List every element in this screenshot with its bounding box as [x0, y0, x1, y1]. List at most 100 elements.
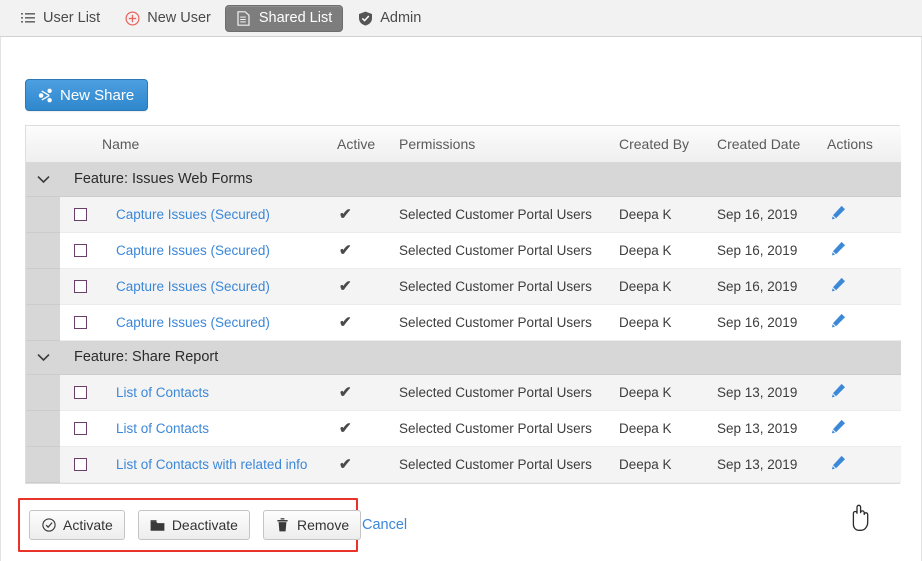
chevron-down-icon[interactable] — [26, 353, 60, 362]
chevron-down-icon[interactable] — [26, 175, 60, 184]
group-toggle-cell[interactable] — [26, 162, 60, 197]
table-row[interactable]: Capture Issues (Secured) ✔ Selected Custom… — [26, 232, 901, 269]
row-checkbox[interactable] — [74, 208, 87, 222]
edit-pencil-icon[interactable] — [827, 313, 846, 328]
table-row[interactable]: List of Contacts ✔ Selected Customer Porta… — [26, 410, 901, 447]
active-check-icon: ✔ — [339, 456, 352, 473]
table-row[interactable]: Capture Issues (Secured) ✔ Selected Custom… — [26, 196, 901, 233]
row-gutter — [26, 374, 60, 411]
row-checkbox[interactable] — [74, 422, 87, 436]
table-row[interactable]: List of Contacts ✔ Selected Customer Porta… — [26, 374, 901, 411]
active-check-icon: ✔ — [339, 242, 352, 259]
row-checkbox[interactable] — [74, 386, 87, 400]
row-checkbox[interactable] — [74, 458, 87, 472]
header-active[interactable]: Active — [337, 126, 399, 163]
row-checkbox[interactable] — [74, 244, 87, 258]
edit-pencil-icon[interactable] — [827, 205, 846, 220]
row-gutter — [26, 304, 60, 341]
nav-item-user-list[interactable]: User List — [10, 5, 110, 32]
nav-item-new-user[interactable]: New User — [114, 5, 221, 32]
table-row[interactable]: Capture Issues (Secured) ✔ Selected Custom… — [26, 304, 901, 341]
row-checkbox-cell[interactable] — [60, 446, 102, 483]
row-created-by-cell: Deepa K — [619, 446, 717, 483]
row-created-date-cell: Sep 13, 2019 — [717, 446, 827, 483]
trash-icon — [275, 517, 291, 533]
group-toggle-cell[interactable] — [26, 340, 60, 375]
share-name-link[interactable]: List of Contacts — [102, 421, 209, 436]
row-gutter — [26, 268, 60, 305]
header-name[interactable]: Name — [102, 126, 337, 163]
group-header-row[interactable]: Feature: Share Report — [26, 340, 901, 375]
row-checkbox[interactable] — [74, 280, 87, 294]
remove-button[interactable]: Remove — [262, 510, 362, 540]
share-name-link[interactable]: Capture Issues (Secured) — [102, 315, 270, 330]
row-created-by-cell: Deepa K — [619, 196, 717, 233]
row-created-by-cell: Deepa K — [619, 232, 717, 269]
row-checkbox-cell[interactable] — [60, 374, 102, 411]
active-check-icon: ✔ — [339, 420, 352, 437]
row-permissions-cell: Selected Customer Portal Users — [399, 196, 619, 233]
active-check-icon: ✔ — [339, 278, 352, 295]
row-checkbox-cell[interactable] — [60, 304, 102, 341]
nav-item-label: Admin — [380, 10, 422, 26]
row-created-date-cell: Sep 13, 2019 — [717, 374, 827, 411]
row-name-cell: Capture Issues (Secured) — [102, 196, 337, 233]
row-active-cell: ✔ — [337, 410, 399, 447]
activate-button[interactable]: Activate — [29, 510, 125, 540]
plus-circle-icon — [124, 10, 140, 26]
row-actions-cell — [827, 410, 901, 447]
active-check-icon: ✔ — [339, 206, 352, 223]
row-actions-cell — [827, 196, 901, 233]
nav-item-admin[interactable]: Admin — [347, 5, 431, 32]
row-created-date-cell: Sep 16, 2019 — [717, 196, 827, 233]
row-checkbox-cell[interactable] — [60, 410, 102, 447]
row-permissions-cell: Selected Customer Portal Users — [399, 268, 619, 305]
row-name-cell: Capture Issues (Secured) — [102, 232, 337, 269]
edit-pencil-icon[interactable] — [827, 241, 846, 256]
table-row[interactable]: List of Contacts with related info ✔ Selec… — [26, 446, 901, 483]
deactivate-button[interactable]: Deactivate — [137, 510, 250, 540]
header-select — [60, 126, 102, 163]
table-row[interactable]: Capture Issues (Secured) ✔ Selected Custom… — [26, 268, 901, 305]
row-checkbox-cell[interactable] — [60, 196, 102, 233]
share-name-link[interactable]: List of Contacts with related info — [102, 457, 307, 472]
row-permissions-cell: Selected Customer Portal Users — [399, 446, 619, 483]
cancel-link[interactable]: Cancel — [362, 517, 407, 533]
row-checkbox-cell[interactable] — [60, 232, 102, 269]
table-header: Name Active Permissions Created By Creat… — [26, 126, 901, 163]
new-share-button[interactable]: New Share — [25, 79, 149, 111]
row-actions-cell — [827, 232, 901, 269]
row-created-date-cell: Sep 16, 2019 — [717, 232, 827, 269]
deactivate-button-label: Deactivate — [171, 517, 238, 533]
row-actions-cell — [827, 304, 901, 341]
row-active-cell: ✔ — [337, 374, 399, 411]
header-gutter — [26, 126, 60, 163]
edit-pencil-icon[interactable] — [827, 277, 846, 292]
share-name-link[interactable]: Capture Issues (Secured) — [102, 279, 270, 294]
edit-pencil-icon[interactable] — [827, 455, 846, 470]
row-permissions-cell: Selected Customer Portal Users — [399, 374, 619, 411]
table-body: Feature: Issues Web Forms Capture Issues … — [26, 162, 901, 483]
edit-pencil-icon[interactable] — [827, 383, 846, 398]
active-check-icon: ✔ — [339, 314, 352, 331]
header-permissions[interactable]: Permissions — [399, 126, 619, 163]
group-label: Feature: Issues Web Forms — [74, 171, 253, 187]
group-header-row[interactable]: Feature: Issues Web Forms — [26, 162, 901, 197]
edit-pencil-icon[interactable] — [827, 419, 846, 434]
group-label-cell: Feature: Share Report — [60, 340, 901, 375]
row-checkbox-cell[interactable] — [60, 268, 102, 305]
nav-item-shared-list[interactable]: Shared List — [224, 4, 344, 32]
shield-check-icon — [357, 10, 373, 26]
row-gutter — [26, 196, 60, 233]
row-actions-cell — [827, 446, 901, 483]
share-name-link[interactable]: Capture Issues (Secured) — [102, 207, 270, 222]
mouse-cursor — [846, 503, 872, 538]
archive-box-icon — [150, 517, 166, 533]
header-created-date[interactable]: Created Date — [717, 126, 827, 163]
row-checkbox[interactable] — [74, 316, 87, 330]
header-created-by[interactable]: Created By — [619, 126, 717, 163]
share-name-link[interactable]: Capture Issues (Secured) — [102, 243, 270, 258]
row-created-by-cell: Deepa K — [619, 304, 717, 341]
row-name-cell: Capture Issues (Secured) — [102, 268, 337, 305]
share-name-link[interactable]: List of Contacts — [102, 385, 209, 400]
